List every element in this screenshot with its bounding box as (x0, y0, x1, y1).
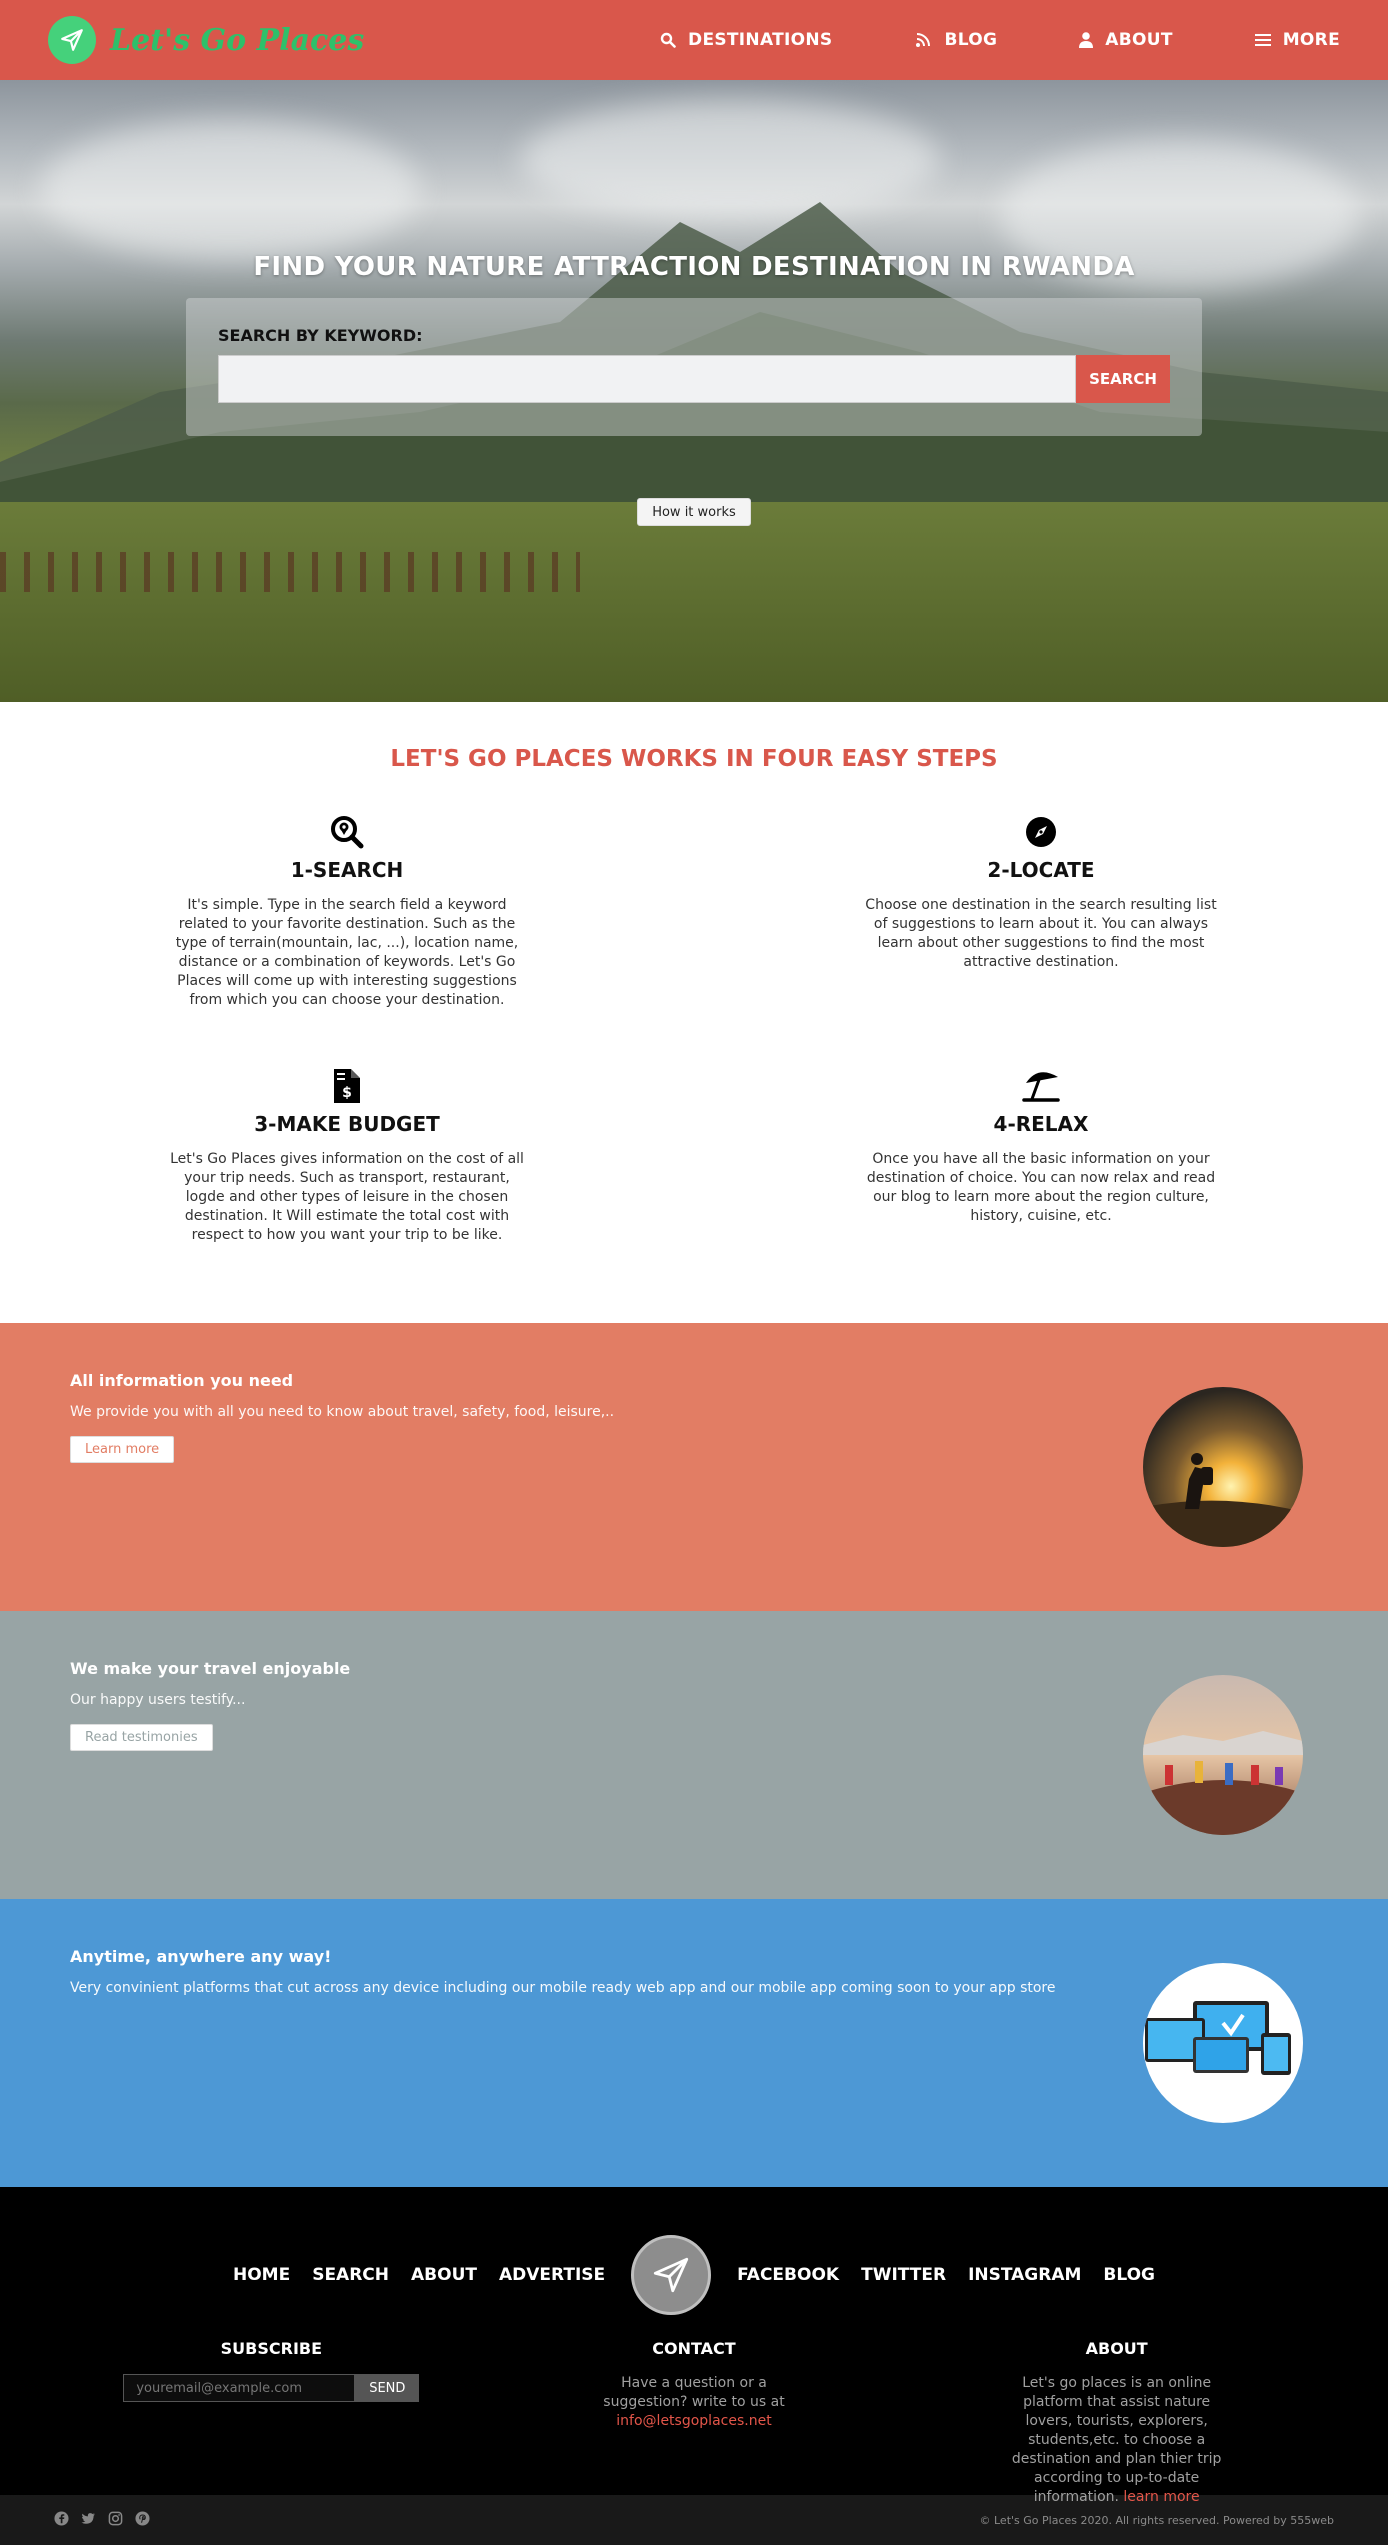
about-learn-more-link[interactable]: learn more (1123, 2489, 1199, 2505)
step-search: 1-SEARCH It's simple. Type in the search… (0, 814, 694, 1010)
contact-title: CONTACT (652, 2339, 736, 2358)
search-button[interactable]: SEARCH (1076, 355, 1170, 403)
footer-columns: SUBSCRIBE SEND CONTACT Have a question o… (0, 2339, 1388, 2507)
hero-title: FIND YOUR NATURE ATTRACTION DESTINATION … (253, 252, 1135, 282)
footer: HOME SEARCH ABOUT ADVERTISE FACEBOOK TWI… (0, 2187, 1388, 2505)
footer-link-home[interactable]: HOME (233, 2265, 290, 2285)
contact-column: CONTACT Have a question or a suggestion?… (483, 2339, 906, 2507)
step-text: It's simple. Type in the search field a … (175, 897, 519, 1008)
step-title: 3-MAKE BUDGET (254, 1112, 440, 1136)
footer-nav: HOME SEARCH ABOUT ADVERTISE FACEBOOK TWI… (0, 2235, 1388, 2315)
about-column: ABOUT Let's go places is an online platf… (905, 2339, 1328, 2507)
top-navbar: Let's Go Places DESTINATIONS BLOG ABOUT … (0, 0, 1388, 80)
menu-icon (1254, 33, 1271, 47)
subscribe-form: SEND (60, 2374, 483, 2402)
band-information: All information you need We provide you … (0, 1323, 1388, 1611)
twitter-icon[interactable] (81, 2511, 96, 2530)
steps-grid: 1-SEARCH It's simple. Type in the search… (0, 814, 1388, 1245)
steps-section: LET'S GO PLACES WORKS IN FOUR EASY STEPS… (0, 702, 1388, 1323)
nav-about-label: ABOUT (1105, 30, 1173, 50)
about-text: Let's go places is an online platform th… (905, 2374, 1328, 2507)
contact-text-body: Have a question or a suggestion? write t… (603, 2375, 785, 2410)
band-title: Anytime, anywhere any way! (70, 1947, 332, 1966)
learn-more-button[interactable]: Learn more (70, 1436, 175, 1463)
blog-icon (914, 31, 932, 49)
step-text: Let's Go Places gives information on the… (170, 1151, 524, 1243)
pinterest-icon[interactable] (135, 2510, 150, 2530)
footer-link-about[interactable]: ABOUT (411, 2265, 477, 2285)
nav-destinations-label: DESTINATIONS (688, 30, 833, 50)
main-menu: DESTINATIONS BLOG ABOUT MORE (578, 30, 1340, 50)
band-testimonies: We make your travel enjoyable Our happy … (0, 1611, 1388, 1899)
umbrella-beach-icon (859, 1068, 1223, 1104)
search-label: SEARCH BY KEYWORD: (218, 326, 423, 345)
step-title: 4-RELAX (993, 1112, 1089, 1136)
subscribe-title: SUBSCRIBE (220, 2339, 323, 2358)
nav-blog-label: BLOG (944, 30, 998, 50)
steps-title: LET'S GO PLACES WORKS IN FOUR EASY STEPS (390, 746, 998, 772)
band-anytime: Anytime, anywhere any way! Very convinie… (0, 1899, 1388, 2187)
footer-paper-plane-icon[interactable] (631, 2235, 712, 2315)
contact-email-link[interactable]: info@letsgoplaces.net (616, 2413, 771, 2429)
copyright-text: © Let's Go Places 2020. All rights reser… (979, 2513, 1335, 2527)
about-title: ABOUT (1085, 2339, 1148, 2358)
hero-section: FIND YOUR NATURE ATTRACTION DESTINATION … (0, 80, 1388, 702)
step-title: 1-SEARCH (290, 858, 404, 882)
footer-link-blog[interactable]: BLOG (1103, 2265, 1155, 2285)
nav-destinations[interactable]: DESTINATIONS (660, 30, 832, 50)
compass-icon (859, 814, 1223, 850)
happy-group-image (1143, 1675, 1303, 1835)
step-text: Choose one destination in the search res… (865, 897, 1217, 970)
nav-more[interactable]: MORE (1254, 30, 1340, 50)
band-text: Very convinient platforms that cut acros… (70, 1980, 1056, 1996)
traveler-sunset-image (1143, 1387, 1303, 1547)
step-text: Once you have all the basic information … (866, 1151, 1216, 1224)
search-row: SEARCH (218, 355, 1170, 403)
paper-plane-icon (48, 16, 96, 64)
search-icon (660, 32, 676, 48)
devices-image (1143, 1963, 1303, 2123)
footer-link-search[interactable]: SEARCH (312, 2265, 389, 2285)
about-text-body: Let's go places is an online platform th… (1011, 2375, 1222, 2505)
brand-name: Let's Go Places (110, 22, 365, 58)
svg-text:$: $ (342, 1085, 352, 1101)
band-text: Our happy users testify... (70, 1692, 246, 1708)
brand-logo[interactable]: Let's Go Places (48, 16, 364, 64)
search-location-icon (165, 814, 529, 850)
how-it-works-button[interactable]: How it works (637, 498, 751, 526)
nav-blog[interactable]: BLOG (914, 30, 997, 50)
user-icon (1079, 32, 1094, 48)
step-make-budget: $ 3-MAKE BUDGET Let's Go Places gives in… (0, 1068, 694, 1245)
invoice-dollar-icon: $ (165, 1068, 529, 1104)
contact-text: Have a question or a suggestion? write t… (483, 2374, 906, 2431)
nav-more-label: MORE (1282, 30, 1340, 50)
band-title: We make your travel enjoyable (70, 1659, 351, 1678)
subscribe-email-input[interactable] (123, 2374, 356, 2402)
footer-link-twitter[interactable]: TWITTER (861, 2265, 946, 2285)
nav-about[interactable]: ABOUT (1079, 30, 1172, 50)
step-title: 2-LOCATE (987, 858, 1095, 882)
instagram-icon[interactable] (108, 2511, 123, 2530)
facebook-icon[interactable] (54, 2510, 69, 2530)
search-panel: SEARCH BY KEYWORD: SEARCH (186, 298, 1202, 436)
step-locate: 2-LOCATE Choose one destination in the s… (694, 814, 1388, 1010)
subscribe-column: SUBSCRIBE SEND (60, 2339, 483, 2507)
subscribe-send-button[interactable]: SEND (355, 2374, 420, 2402)
step-relax: 4-RELAX Once you have all the basic info… (694, 1068, 1388, 1245)
footer-link-instagram[interactable]: INSTAGRAM (968, 2265, 1081, 2285)
social-icons (54, 2510, 150, 2530)
band-title: All information you need (70, 1371, 294, 1390)
search-input[interactable] (218, 355, 1076, 403)
read-testimonies-button[interactable]: Read testimonies (70, 1724, 213, 1751)
footer-link-facebook[interactable]: FACEBOOK (737, 2265, 839, 2285)
footer-link-advertise[interactable]: ADVERTISE (499, 2265, 605, 2285)
band-text: We provide you with all you need to know… (70, 1404, 615, 1420)
